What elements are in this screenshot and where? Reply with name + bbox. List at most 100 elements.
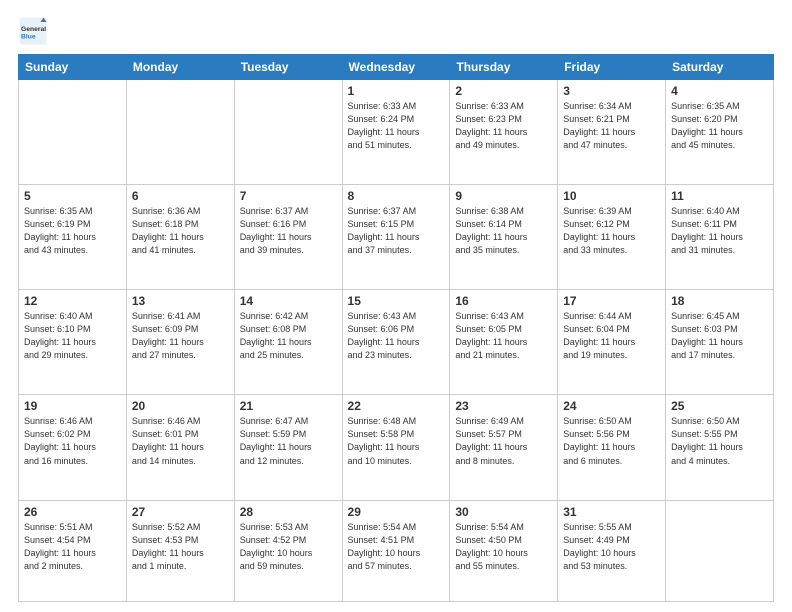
calendar-week-2: 12Sunrise: 6:40 AM Sunset: 6:10 PM Dayli… bbox=[19, 290, 774, 395]
day-info: Sunrise: 6:46 AM Sunset: 6:02 PM Dayligh… bbox=[24, 415, 121, 467]
calendar-cell: 5 Sunrise: 6:35 AM Sunset: 6:19 PM Daylig… bbox=[19, 185, 127, 290]
day-info: Sunrise: 6:37 AM Sunset: 6:15 PM Dayligh… bbox=[348, 205, 445, 257]
calendar-cell: 4 Sunrise: 6:35 AM Sunset: 6:20 PM Daylig… bbox=[666, 80, 774, 185]
calendar-cell: 2 Sunrise: 6:33 AM Sunset: 6:23 PM Daylig… bbox=[450, 80, 558, 185]
weekday-header-thursday: Thursday bbox=[450, 55, 558, 80]
calendar-cell: 12Sunrise: 6:40 AM Sunset: 6:10 PM Dayli… bbox=[19, 290, 127, 395]
day-number: 22 bbox=[348, 399, 445, 413]
calendar-cell: 6 Sunrise: 6:36 AM Sunset: 6:18 PM Daylig… bbox=[126, 185, 234, 290]
day-info: Sunrise: 6:39 AM Sunset: 6:12 PM Dayligh… bbox=[563, 205, 660, 257]
header: General Blue bbox=[18, 16, 774, 46]
calendar-week-3: 19 Sunrise: 6:46 AM Sunset: 6:02 PM Dayli… bbox=[19, 395, 774, 500]
day-info: Sunrise: 6:38 AM Sunset: 6:14 PM Dayligh… bbox=[455, 205, 552, 257]
day-number: 4 bbox=[671, 84, 768, 98]
day-number: 26 bbox=[24, 505, 121, 519]
calendar-cell bbox=[19, 80, 127, 185]
day-number: 17 bbox=[563, 294, 660, 308]
day-number: 28 bbox=[240, 505, 337, 519]
day-number: 14 bbox=[240, 294, 337, 308]
day-number: 5 bbox=[24, 189, 121, 203]
weekday-header-sunday: Sunday bbox=[19, 55, 127, 80]
day-info: Sunrise: 5:53 AM Sunset: 4:52 PM Dayligh… bbox=[240, 521, 337, 573]
day-info: Sunrise: 6:43 AM Sunset: 6:05 PM Dayligh… bbox=[455, 310, 552, 362]
calendar-cell: 10 Sunrise: 6:39 AM Sunset: 6:12 PM Dayli… bbox=[558, 185, 666, 290]
day-info: Sunrise: 6:34 AM Sunset: 6:21 PM Dayligh… bbox=[563, 100, 660, 152]
day-number: 10 bbox=[563, 189, 660, 203]
day-info: Sunrise: 6:46 AM Sunset: 6:01 PM Dayligh… bbox=[132, 415, 229, 467]
day-number: 9 bbox=[455, 189, 552, 203]
day-number: 30 bbox=[455, 505, 552, 519]
calendar-cell: 28 Sunrise: 5:53 AM Sunset: 4:52 PM Dayli… bbox=[234, 500, 342, 602]
day-number: 15 bbox=[348, 294, 445, 308]
day-info: Sunrise: 6:33 AM Sunset: 6:24 PM Dayligh… bbox=[348, 100, 445, 152]
calendar-cell bbox=[126, 80, 234, 185]
day-number: 27 bbox=[132, 505, 229, 519]
calendar-week-1: 5 Sunrise: 6:35 AM Sunset: 6:19 PM Daylig… bbox=[19, 185, 774, 290]
calendar-cell: 21Sunrise: 6:47 AM Sunset: 5:59 PM Dayli… bbox=[234, 395, 342, 500]
calendar-cell bbox=[666, 500, 774, 602]
calendar-cell: 18Sunrise: 6:45 AM Sunset: 6:03 PM Dayli… bbox=[666, 290, 774, 395]
day-number: 23 bbox=[455, 399, 552, 413]
day-number: 19 bbox=[24, 399, 121, 413]
calendar-cell: 26 Sunrise: 5:51 AM Sunset: 4:54 PM Dayli… bbox=[19, 500, 127, 602]
calendar-cell: 24Sunrise: 6:50 AM Sunset: 5:56 PM Dayli… bbox=[558, 395, 666, 500]
calendar-cell: 22 Sunrise: 6:48 AM Sunset: 5:58 PM Dayli… bbox=[342, 395, 450, 500]
day-info: Sunrise: 5:54 AM Sunset: 4:50 PM Dayligh… bbox=[455, 521, 552, 573]
day-number: 2 bbox=[455, 84, 552, 98]
day-info: Sunrise: 6:33 AM Sunset: 6:23 PM Dayligh… bbox=[455, 100, 552, 152]
svg-text:Blue: Blue bbox=[21, 34, 36, 41]
logo: General Blue bbox=[18, 16, 52, 46]
calendar-cell: 29Sunrise: 5:54 AM Sunset: 4:51 PM Dayli… bbox=[342, 500, 450, 602]
calendar-cell: 1Sunrise: 6:33 AM Sunset: 6:24 PM Daylig… bbox=[342, 80, 450, 185]
day-info: Sunrise: 5:52 AM Sunset: 4:53 PM Dayligh… bbox=[132, 521, 229, 573]
page: General Blue SundayMondayTuesdayWednesda… bbox=[0, 0, 792, 612]
day-info: Sunrise: 6:43 AM Sunset: 6:06 PM Dayligh… bbox=[348, 310, 445, 362]
day-number: 8 bbox=[348, 189, 445, 203]
day-info: Sunrise: 6:35 AM Sunset: 6:20 PM Dayligh… bbox=[671, 100, 768, 152]
day-info: Sunrise: 5:55 AM Sunset: 4:49 PM Dayligh… bbox=[563, 521, 660, 573]
day-number: 31 bbox=[563, 505, 660, 519]
calendar-cell: 7 Sunrise: 6:37 AM Sunset: 6:16 PM Daylig… bbox=[234, 185, 342, 290]
day-number: 6 bbox=[132, 189, 229, 203]
day-info: Sunrise: 6:40 AM Sunset: 6:10 PM Dayligh… bbox=[24, 310, 121, 362]
day-number: 13 bbox=[132, 294, 229, 308]
calendar-cell: 30 Sunrise: 5:54 AM Sunset: 4:50 PM Dayli… bbox=[450, 500, 558, 602]
calendar-cell: 16 Sunrise: 6:43 AM Sunset: 6:05 PM Dayli… bbox=[450, 290, 558, 395]
day-info: Sunrise: 6:49 AM Sunset: 5:57 PM Dayligh… bbox=[455, 415, 552, 467]
day-info: Sunrise: 5:51 AM Sunset: 4:54 PM Dayligh… bbox=[24, 521, 121, 573]
day-info: Sunrise: 6:35 AM Sunset: 6:19 PM Dayligh… bbox=[24, 205, 121, 257]
calendar-cell: 8 Sunrise: 6:37 AM Sunset: 6:15 PM Daylig… bbox=[342, 185, 450, 290]
day-info: Sunrise: 6:41 AM Sunset: 6:09 PM Dayligh… bbox=[132, 310, 229, 362]
day-info: Sunrise: 6:48 AM Sunset: 5:58 PM Dayligh… bbox=[348, 415, 445, 467]
calendar-cell: 13 Sunrise: 6:41 AM Sunset: 6:09 PM Dayli… bbox=[126, 290, 234, 395]
weekday-header-tuesday: Tuesday bbox=[234, 55, 342, 80]
calendar-cell bbox=[234, 80, 342, 185]
calendar-cell: 15 Sunrise: 6:43 AM Sunset: 6:06 PM Dayli… bbox=[342, 290, 450, 395]
day-info: Sunrise: 6:36 AM Sunset: 6:18 PM Dayligh… bbox=[132, 205, 229, 257]
calendar-cell: 14 Sunrise: 6:42 AM Sunset: 6:08 PM Dayli… bbox=[234, 290, 342, 395]
day-number: 7 bbox=[240, 189, 337, 203]
day-info: Sunrise: 6:42 AM Sunset: 6:08 PM Dayligh… bbox=[240, 310, 337, 362]
day-info: Sunrise: 6:44 AM Sunset: 6:04 PM Dayligh… bbox=[563, 310, 660, 362]
day-info: Sunrise: 5:54 AM Sunset: 4:51 PM Dayligh… bbox=[348, 521, 445, 573]
logo-icon: General Blue bbox=[18, 16, 48, 46]
day-number: 20 bbox=[132, 399, 229, 413]
day-info: Sunrise: 6:37 AM Sunset: 6:16 PM Dayligh… bbox=[240, 205, 337, 257]
calendar-cell: 20 Sunrise: 6:46 AM Sunset: 6:01 PM Dayli… bbox=[126, 395, 234, 500]
day-info: Sunrise: 6:50 AM Sunset: 5:55 PM Dayligh… bbox=[671, 415, 768, 467]
day-info: Sunrise: 6:40 AM Sunset: 6:11 PM Dayligh… bbox=[671, 205, 768, 257]
calendar-cell: 17 Sunrise: 6:44 AM Sunset: 6:04 PM Dayli… bbox=[558, 290, 666, 395]
day-number: 16 bbox=[455, 294, 552, 308]
day-number: 25 bbox=[671, 399, 768, 413]
calendar-table: SundayMondayTuesdayWednesdayThursdayFrid… bbox=[18, 54, 774, 602]
svg-text:General: General bbox=[21, 26, 46, 33]
weekday-header-friday: Friday bbox=[558, 55, 666, 80]
calendar-week-0: 1Sunrise: 6:33 AM Sunset: 6:24 PM Daylig… bbox=[19, 80, 774, 185]
weekday-header-row: SundayMondayTuesdayWednesdayThursdayFrid… bbox=[19, 55, 774, 80]
calendar-week-4: 26 Sunrise: 5:51 AM Sunset: 4:54 PM Dayli… bbox=[19, 500, 774, 602]
weekday-header-saturday: Saturday bbox=[666, 55, 774, 80]
day-number: 18 bbox=[671, 294, 768, 308]
calendar-cell: 23 Sunrise: 6:49 AM Sunset: 5:57 PM Dayli… bbox=[450, 395, 558, 500]
day-info: Sunrise: 6:47 AM Sunset: 5:59 PM Dayligh… bbox=[240, 415, 337, 467]
day-number: 24 bbox=[563, 399, 660, 413]
